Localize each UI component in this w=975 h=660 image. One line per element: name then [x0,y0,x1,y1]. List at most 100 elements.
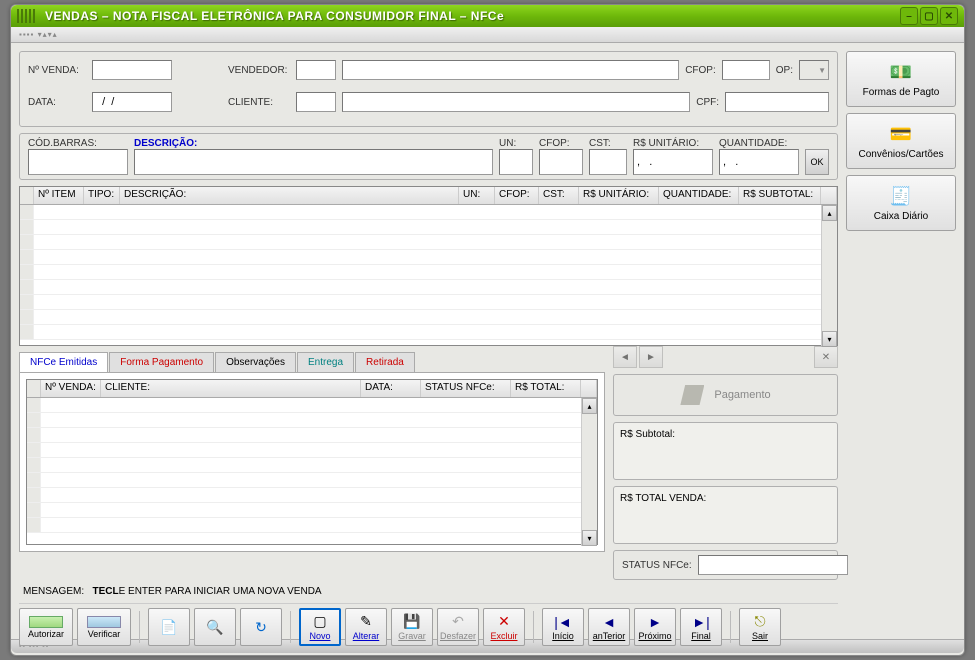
table-row [20,250,837,265]
message-bold: TECL [92,586,118,597]
anterior-button[interactable]: ◄ anTerior [588,608,630,646]
convenios-button[interactable]: 💳 Convênios/Cartões [846,113,956,169]
cfop-header-input[interactable] [722,60,770,80]
subtitlebar: ▪▪▪▪ ▾▴▾▴ [11,27,964,43]
inicio-button[interactable]: |◄ Início [542,608,584,646]
cfop-entry-label: CFOP: [539,138,583,149]
scroll-up-icon[interactable]: ▴ [822,205,837,221]
tab-retirada[interactable]: Retirada [355,352,415,372]
cliente-name-input[interactable] [342,92,690,112]
table-row [20,235,837,250]
items-grid-scrollbar[interactable]: ▴ ▾ [821,205,837,347]
table-row [27,398,597,413]
table-row [20,265,837,280]
n-venda-label: Nº VENDA: [28,65,86,76]
next-icon: ► [648,614,662,630]
table-row [20,310,837,325]
magnifier-icon: 🔍 [206,619,223,635]
sales-grid-scrollbar[interactable]: ▴ ▾ [581,398,597,546]
proximo-button[interactable]: ► Próximo [634,608,676,646]
tabs: NFCe Emitidas Forma Pagamento Observaçõe… [19,352,605,372]
gravar-button[interactable]: 💾 Gravar [391,608,433,646]
op-select[interactable]: ▼ [799,60,829,80]
payment-forms-icon: 💵 [887,61,915,85]
tab-forma-pagamento[interactable]: Forma Pagamento [109,352,214,372]
scroll-up-icon[interactable]: ▴ [582,398,597,414]
tab-entrega[interactable]: Entrega [297,352,354,372]
cpf-input[interactable] [725,92,829,112]
col-cfop: CFOP: [495,187,539,204]
table-row [27,518,597,533]
toolbar: Autorizar Verificar 📄 🔍 ↻ ▢ Novo [19,603,838,650]
n-venda-input[interactable] [92,60,172,80]
cliente-code-input[interactable] [296,92,336,112]
pagamento-button[interactable]: Pagamento [613,374,838,416]
col-n-item: Nº ITEM [34,187,84,204]
subtitlebar-grip: ▪▪▪▪ ▾▴▾▴ [19,30,58,39]
table-row [27,458,597,473]
cst-input[interactable] [589,149,627,175]
tab-nfce-emitidas[interactable]: NFCe Emitidas [19,352,108,372]
cod-barras-input[interactable] [28,149,128,175]
final-button[interactable]: ►| Final [680,608,722,646]
col-quantidade: QUANTIDADE: [659,187,739,204]
cash-register-icon: 🧾 [887,185,915,209]
excluir-button[interactable]: ✕ Excluir [483,608,525,646]
refresh-button[interactable]: ↻ [240,608,282,646]
tab-observacoes[interactable]: Observações [215,352,296,372]
desfazer-button[interactable]: ↶ Desfazer [437,608,479,646]
first-icon: |◄ [554,614,572,630]
descricao-label: DESCRIÇÃO: [134,138,493,149]
nav-prev-button[interactable]: ◄ [613,346,637,368]
cfop-entry-input[interactable] [539,149,583,175]
data-input[interactable] [92,92,172,112]
document-button[interactable]: 📄 [148,608,190,646]
col-tipo: TIPO: [84,187,120,204]
status-input[interactable] [698,555,848,575]
message-text: E ENTER PARA INICIAR UMA NOVA VENDA [119,586,322,597]
items-grid: Nº ITEM TIPO: DESCRIÇÃO: UN: CFOP: CST: … [19,186,838,346]
cst-label: CST: [589,138,627,149]
descricao-input[interactable] [134,149,493,175]
preview-button[interactable]: 🔍 [194,608,236,646]
table-row [20,295,837,310]
col-cst: CST: [539,187,579,204]
formas-pagto-button[interactable]: 💵 Formas de Pagto [846,51,956,107]
cpf-label: CPF: [696,97,719,108]
close-button[interactable]: ✕ [940,7,958,25]
sair-button[interactable]: ⎋ Sair [739,608,781,646]
quantidade-input[interactable] [719,149,799,175]
nav-next-button[interactable]: ► [639,346,663,368]
refresh-icon: ↻ [255,619,267,635]
col-sale-status: STATUS NFCe: [421,380,511,397]
maximize-button[interactable]: ▢ [920,7,938,25]
autorizar-button[interactable]: Autorizar [19,608,73,646]
col-sale-cliente: CLIENTE: [101,380,361,397]
ok-button[interactable]: OK [805,149,829,175]
cod-barras-label: CÓD.BARRAS: [28,138,128,149]
nav-close-button[interactable]: ✕ [814,346,838,368]
table-row [27,413,597,428]
prev-icon: ◄ [602,614,616,630]
unitario-input[interactable] [633,149,713,175]
window-frame: VENDAS – NOTA FISCAL ELETRÔNICA PARA CON… [10,4,965,656]
col-sale-data: DATA: [361,380,421,397]
titlebar: VENDAS – NOTA FISCAL ELETRÔNICA PARA CON… [11,5,964,27]
minimize-button[interactable]: – [900,7,918,25]
caixa-diario-button[interactable]: 🧾 Caixa Diário [846,175,956,231]
vendedor-name-input[interactable] [342,60,679,80]
titlebar-grip [17,9,37,23]
pagamento-label: Pagamento [714,389,770,401]
table-row [27,503,597,518]
alterar-button[interactable]: ✎ Alterar [345,608,387,646]
un-input[interactable] [499,149,533,175]
col-sale-total: R$ TOTAL: [511,380,581,397]
scroll-down-icon[interactable]: ▾ [822,331,837,347]
scroll-down-icon[interactable]: ▾ [582,530,597,546]
message-label: MENSAGEM: [23,586,84,597]
table-row [20,220,837,235]
col-sale-nvenda: Nº VENDA: [41,380,101,397]
vendedor-code-input[interactable] [296,60,336,80]
novo-button[interactable]: ▢ Novo [299,608,341,646]
verificar-button[interactable]: Verificar [77,608,131,646]
